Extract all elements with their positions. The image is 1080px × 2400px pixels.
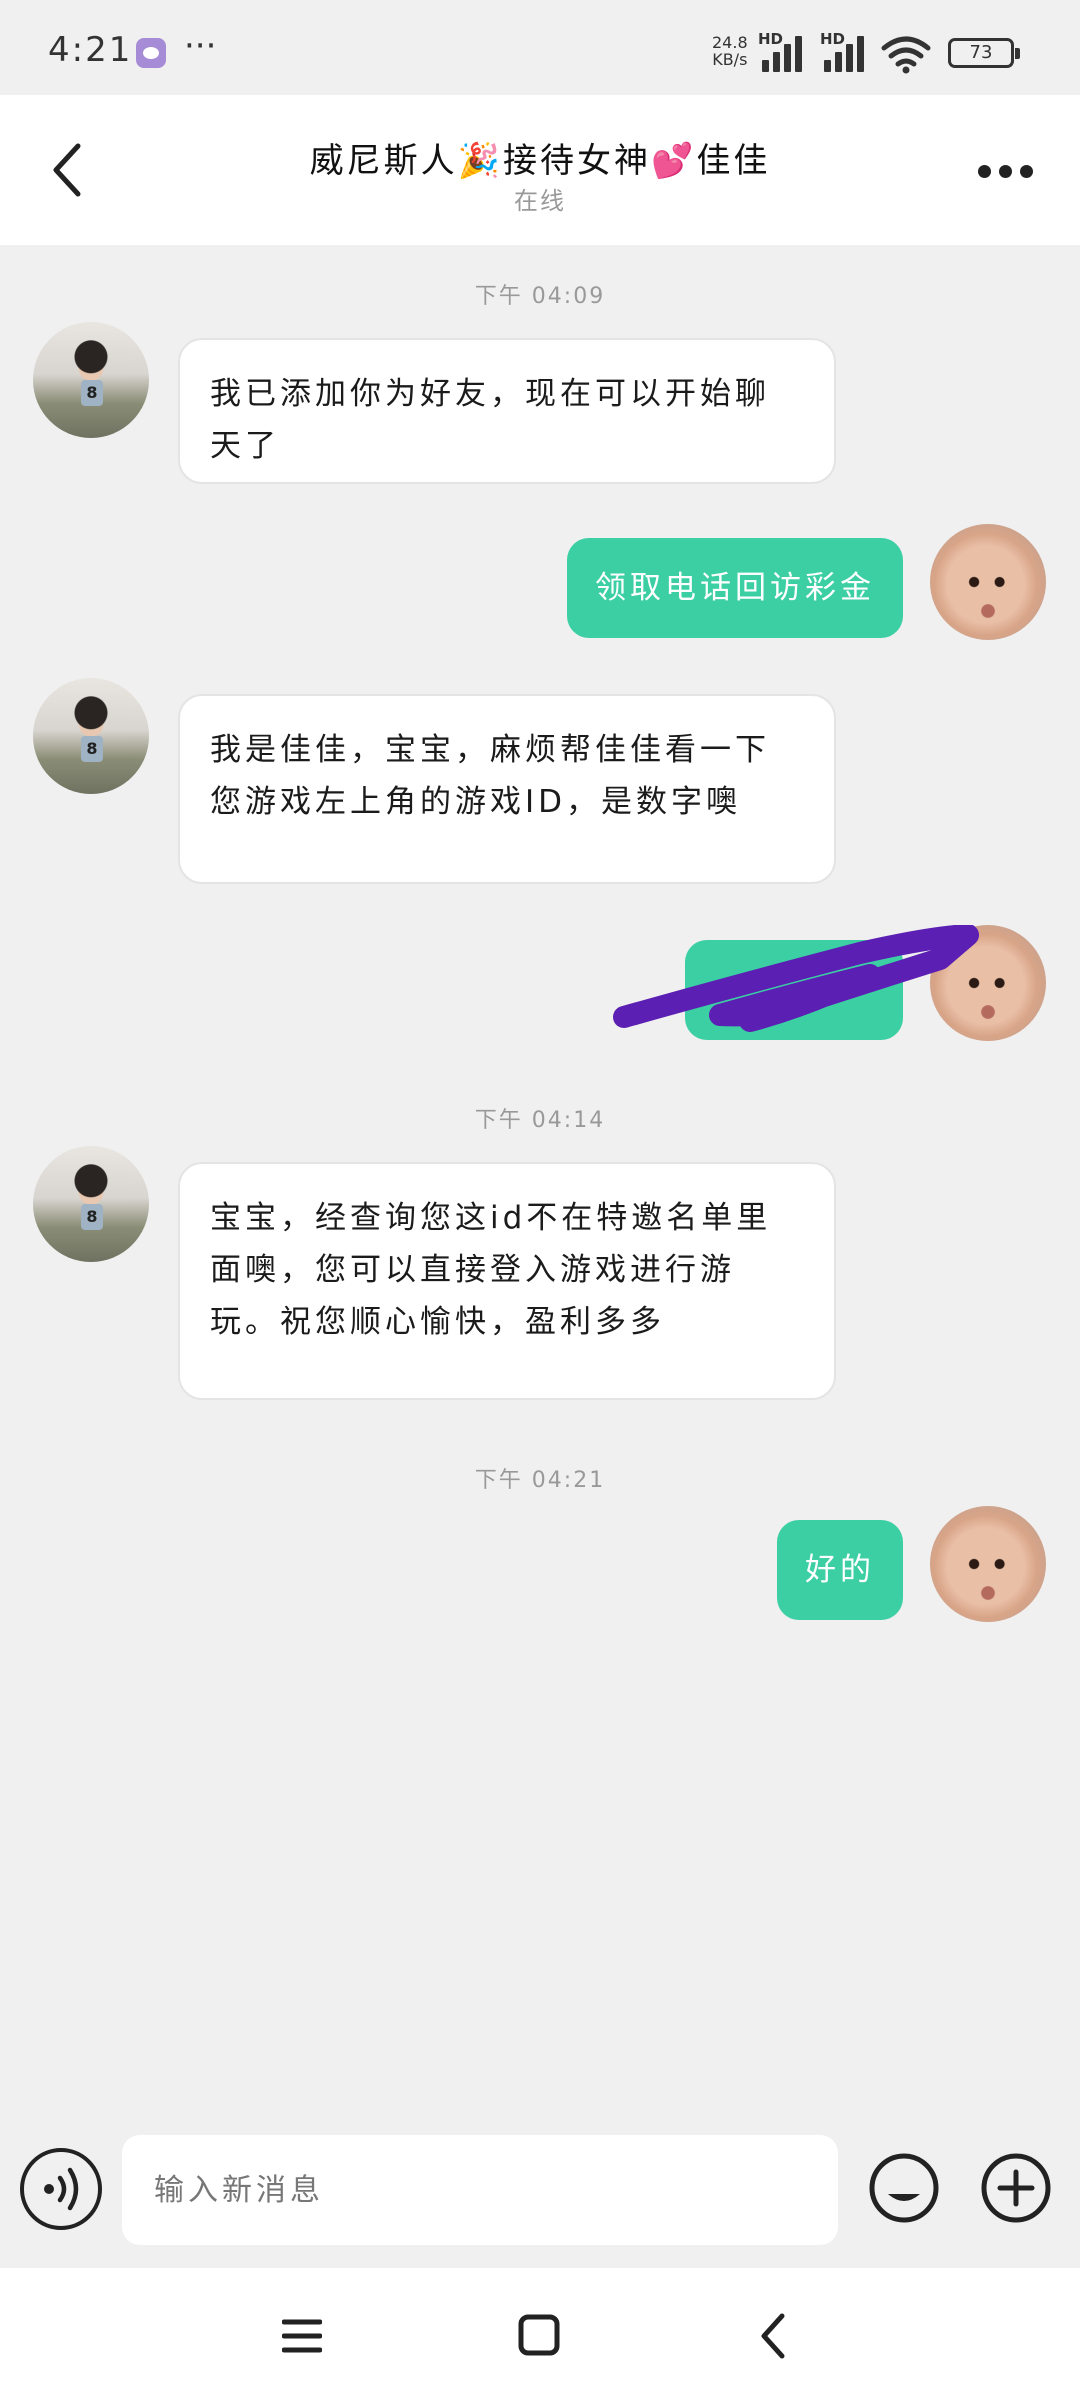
message-input[interactable] [122, 2135, 838, 2245]
system-nav-bar [0, 2268, 1080, 2400]
signal-2-label: HD [820, 30, 846, 48]
nav-back-icon[interactable] [758, 2312, 788, 2360]
message-timestamp: 下午 04:09 [474, 284, 606, 309]
message-timestamp: 下午 04:21 [474, 1468, 606, 1493]
menu-icon[interactable] [282, 2316, 322, 2356]
message-timestamp: 下午 04:14 [474, 1108, 606, 1133]
contact-avatar[interactable] [33, 1146, 149, 1262]
status-time: 4:21 [48, 30, 133, 70]
network-speed-value: 24.8 [712, 33, 748, 52]
network-speed: 24.8 KB/s [712, 34, 748, 68]
more-notifications-icon: ··· [184, 26, 217, 66]
plus-icon[interactable] [980, 2152, 1052, 2224]
message-bubble-incoming: 我是佳佳，宝宝，麻烦帮佳佳看一下您游戏左上角的游戏ID，是数字噢 [178, 694, 836, 884]
app-notification-icon [136, 38, 166, 68]
user-avatar[interactable] [930, 1506, 1046, 1622]
message-bubble-outgoing: 领取电话回访彩金 [567, 538, 903, 638]
signal-1-icon: HD [758, 30, 810, 72]
signal-1-label: HD [758, 30, 784, 48]
more-icon[interactable] [978, 165, 1034, 181]
back-icon[interactable] [48, 140, 88, 200]
message-bubble-incoming: 我已添加你为好友，现在可以开始聊天了 [178, 338, 836, 484]
wifi-icon [881, 36, 931, 74]
voice-icon[interactable] [18, 2146, 104, 2232]
message-bubble-incoming: 宝宝，经查询您这id不在特邀名单里面噢，您可以直接登入游戏进行游玩。祝您顺心愉快… [178, 1162, 836, 1400]
message-bubble-outgoing: 好的 [777, 1520, 903, 1620]
message-input-bar [0, 2112, 1080, 2268]
signal-2-icon: HD [820, 30, 872, 72]
contact-avatar[interactable] [33, 322, 149, 438]
network-speed-unit: KB/s [712, 50, 748, 69]
online-status: 在线 [514, 187, 566, 215]
chat-screen: 4:21 ··· 24.8 KB/s HD HD 73 威尼斯人🎉接待女神💕佳佳… [0, 0, 1080, 2400]
status-bar: 4:21 ··· 24.8 KB/s HD HD 73 [0, 0, 1080, 95]
home-icon[interactable] [518, 2314, 560, 2356]
chat-title: 威尼斯人🎉接待女神💕佳佳 [309, 141, 771, 181]
chat-header: 威尼斯人🎉接待女神💕佳佳 在线 [0, 95, 1080, 245]
emoji-icon[interactable] [868, 2152, 940, 2224]
battery-icon: 73 [948, 38, 1020, 68]
redaction-scribble [613, 925, 979, 1032]
contact-avatar[interactable] [33, 678, 149, 794]
user-avatar[interactable] [930, 524, 1046, 640]
